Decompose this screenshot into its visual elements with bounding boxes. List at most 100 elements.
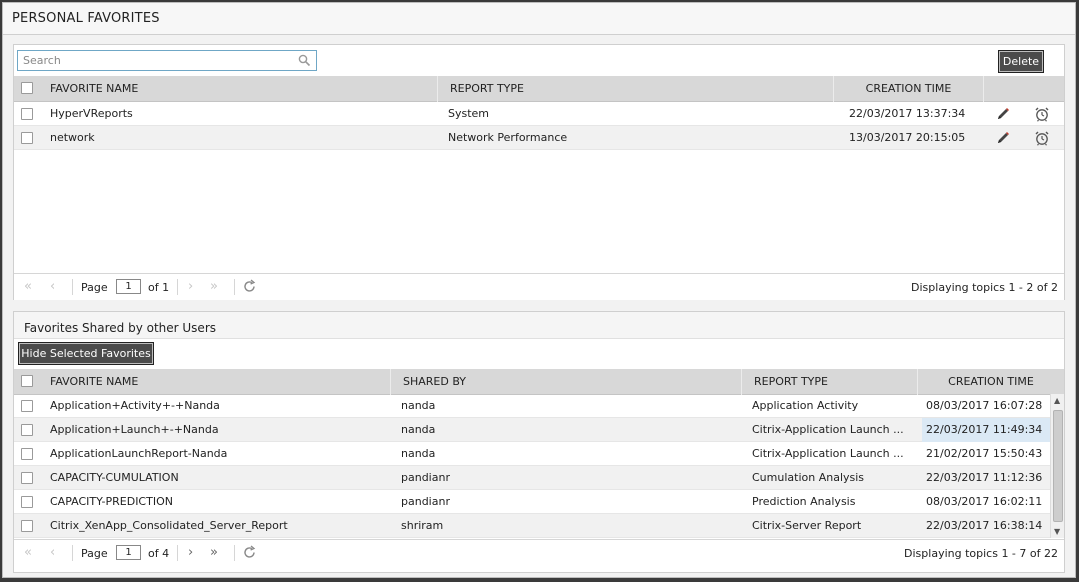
report-type-cell: Prediction Analysis — [752, 495, 856, 508]
shared-grid-scrollbar[interactable]: ▲ ▼ — [1050, 394, 1064, 538]
column-favorite-name[interactable]: FAVORITE NAME — [14, 76, 438, 102]
personal-display-count: Displaying topics 1 - 2 of 2 — [911, 281, 1058, 294]
report-type-cell: Citrix-Application Launch ... — [752, 423, 904, 436]
shared-by-cell: nanda — [401, 423, 436, 436]
creation-time-cell: 21/02/2017 15:50:43 — [926, 447, 1043, 460]
delete-button[interactable]: Delete — [998, 50, 1044, 73]
prev-page-icon[interactable]: ‹ — [50, 280, 55, 293]
row-checkbox[interactable] — [21, 448, 33, 460]
column-report-type[interactable]: REPORT TYPE — [742, 369, 918, 395]
column-report-type[interactable]: REPORT TYPE — [438, 76, 834, 102]
shared-display-count: Displaying topics 1 - 7 of 22 — [904, 547, 1058, 560]
shared-pager: « ‹ Page 1 of 4 › » Displaying topics 1 … — [14, 539, 1064, 566]
scroll-down-arrow-icon[interactable]: ▼ — [1054, 527, 1060, 536]
creation-time-cell: 22/03/2017 16:38:14 — [926, 519, 1043, 532]
creation-time-cell: 08/03/2017 16:07:28 — [926, 399, 1043, 412]
page-label: Page — [81, 281, 108, 294]
table-row[interactable]: CAPACITY-PREDICTION pandianr Prediction … — [14, 490, 1050, 514]
favorite-name-cell[interactable]: network — [50, 126, 95, 150]
row-checkbox[interactable] — [21, 132, 33, 144]
shared-by-cell: nanda — [401, 447, 436, 460]
column-creation-time[interactable]: CREATION TIME — [834, 76, 984, 102]
report-type-cell: Cumulation Analysis — [752, 471, 865, 484]
table-row[interactable]: network Network Performance 13/03/2017 2… — [14, 126, 1064, 150]
row-checkbox[interactable] — [21, 400, 33, 412]
favorite-name-cell[interactable]: CAPACITY-CUMULATION — [50, 466, 179, 490]
creation-time-cell: 22/03/2017 13:37:34 — [849, 107, 966, 120]
next-page-icon[interactable]: › — [188, 280, 193, 293]
search-box[interactable] — [17, 50, 317, 71]
page-label: Page — [81, 547, 108, 560]
favorite-name-cell[interactable]: HyperVReports — [50, 102, 133, 126]
first-page-icon[interactable]: « — [24, 546, 32, 559]
personal-grid-header: FAVORITE NAME REPORT TYPE CREATION TIME — [14, 76, 1064, 102]
row-checkbox[interactable] — [21, 424, 33, 436]
table-row[interactable]: Application+Activity+-+Nanda nanda Appli… — [14, 394, 1050, 418]
page-number-input[interactable]: 1 — [116, 279, 141, 294]
edit-pencil-icon[interactable] — [996, 107, 1010, 124]
table-row[interactable]: Citrix_XenApp_Consolidated_Server_Report… — [14, 514, 1050, 538]
edit-pencil-icon[interactable] — [996, 131, 1010, 148]
favorite-name-cell[interactable]: Application+Activity+-+Nanda — [50, 394, 220, 418]
report-type-cell: System — [448, 107, 490, 120]
favorite-name-cell[interactable]: CAPACITY-PREDICTION — [50, 490, 173, 514]
row-checkbox[interactable] — [21, 520, 33, 532]
favorite-name-cell[interactable]: ApplicationLaunchReport-Nanda — [50, 442, 227, 466]
shared-by-cell: shriram — [401, 519, 444, 532]
shared-favorites-panel: Favorites Shared by other Users Hide Sel… — [13, 311, 1065, 573]
pager-divider — [72, 545, 73, 561]
refresh-icon[interactable] — [242, 545, 257, 563]
table-row[interactable]: ApplicationLaunchReport-Nanda nanda Citr… — [14, 442, 1050, 466]
report-type-cell: Application Activity — [752, 399, 859, 412]
report-type-cell: Citrix-Application Launch ... — [752, 447, 904, 460]
prev-page-icon[interactable]: ‹ — [50, 546, 55, 559]
refresh-icon[interactable] — [242, 279, 257, 297]
search-input[interactable] — [18, 51, 288, 70]
column-favorite-name[interactable]: FAVORITE NAME — [14, 369, 391, 395]
alarm-clock-icon[interactable] — [1034, 106, 1050, 125]
pager-divider — [177, 545, 178, 561]
title-bar: PERSONAL FAVORITES — [3, 3, 1075, 35]
page-count-label: of 4 — [148, 547, 170, 560]
pager-divider — [72, 279, 73, 295]
column-creation-time[interactable]: CREATION TIME — [918, 369, 1064, 395]
report-type-cell: Citrix-Server Report — [752, 519, 862, 532]
alarm-clock-icon[interactable] — [1034, 130, 1050, 149]
column-shared-by[interactable]: SHARED BY — [391, 369, 742, 395]
row-checkbox[interactable] — [21, 472, 33, 484]
creation-time-cell: 08/03/2017 16:02:11 — [926, 495, 1043, 508]
personal-favorites-panel: Delete FAVORITE NAME REPORT TYPE CREATIO… — [13, 44, 1065, 300]
next-page-icon[interactable]: › — [188, 546, 193, 559]
favorite-name-cell[interactable]: Application+Launch+-+Nanda — [50, 418, 219, 442]
shared-by-cell: pandianr — [401, 471, 450, 484]
column-actions — [984, 76, 1064, 102]
shared-by-cell: nanda — [401, 399, 436, 412]
personal-favorites-window: PERSONAL FAVORITES Delete FAVORITE NAME … — [2, 2, 1076, 578]
first-page-icon[interactable]: « — [24, 280, 32, 293]
hide-selected-favorites-button[interactable]: Hide Selected Favorites — [18, 342, 154, 365]
last-page-icon[interactable]: » — [210, 546, 218, 559]
creation-time-cell: 13/03/2017 20:15:05 — [849, 131, 966, 144]
row-checkbox[interactable] — [21, 496, 33, 508]
shared-by-cell: pandianr — [401, 495, 450, 508]
page-count-label: of 1 — [148, 281, 170, 294]
pager-divider — [177, 279, 178, 295]
scroll-up-arrow-icon[interactable]: ▲ — [1054, 396, 1060, 405]
creation-time-cell: 22/03/2017 11:49:34 — [922, 418, 1050, 442]
report-type-cell: Network Performance — [448, 131, 568, 144]
pager-divider — [234, 279, 235, 295]
last-page-icon[interactable]: » — [210, 280, 218, 293]
shared-section-title: Favorites Shared by other Users — [24, 321, 216, 335]
page-number-input[interactable]: 1 — [116, 545, 141, 560]
search-icon[interactable] — [298, 54, 311, 70]
page-title: PERSONAL FAVORITES — [12, 11, 160, 26]
shared-grid-header: FAVORITE NAME SHARED BY REPORT TYPE CREA… — [14, 369, 1064, 395]
table-row[interactable]: Application+Launch+-+Nanda nanda Citrix-… — [14, 418, 1050, 442]
row-checkbox[interactable] — [21, 108, 33, 120]
table-row[interactable]: HyperVReports System 22/03/2017 13:37:34 — [14, 102, 1064, 126]
table-row[interactable]: CAPACITY-CUMULATION pandianr Cumulation … — [14, 466, 1050, 490]
favorite-name-cell[interactable]: Citrix_XenApp_Consolidated_Server_Report — [50, 514, 288, 538]
pager-divider — [234, 545, 235, 561]
scrollbar-thumb[interactable] — [1053, 410, 1063, 522]
creation-time-cell: 22/03/2017 11:12:36 — [926, 471, 1043, 484]
